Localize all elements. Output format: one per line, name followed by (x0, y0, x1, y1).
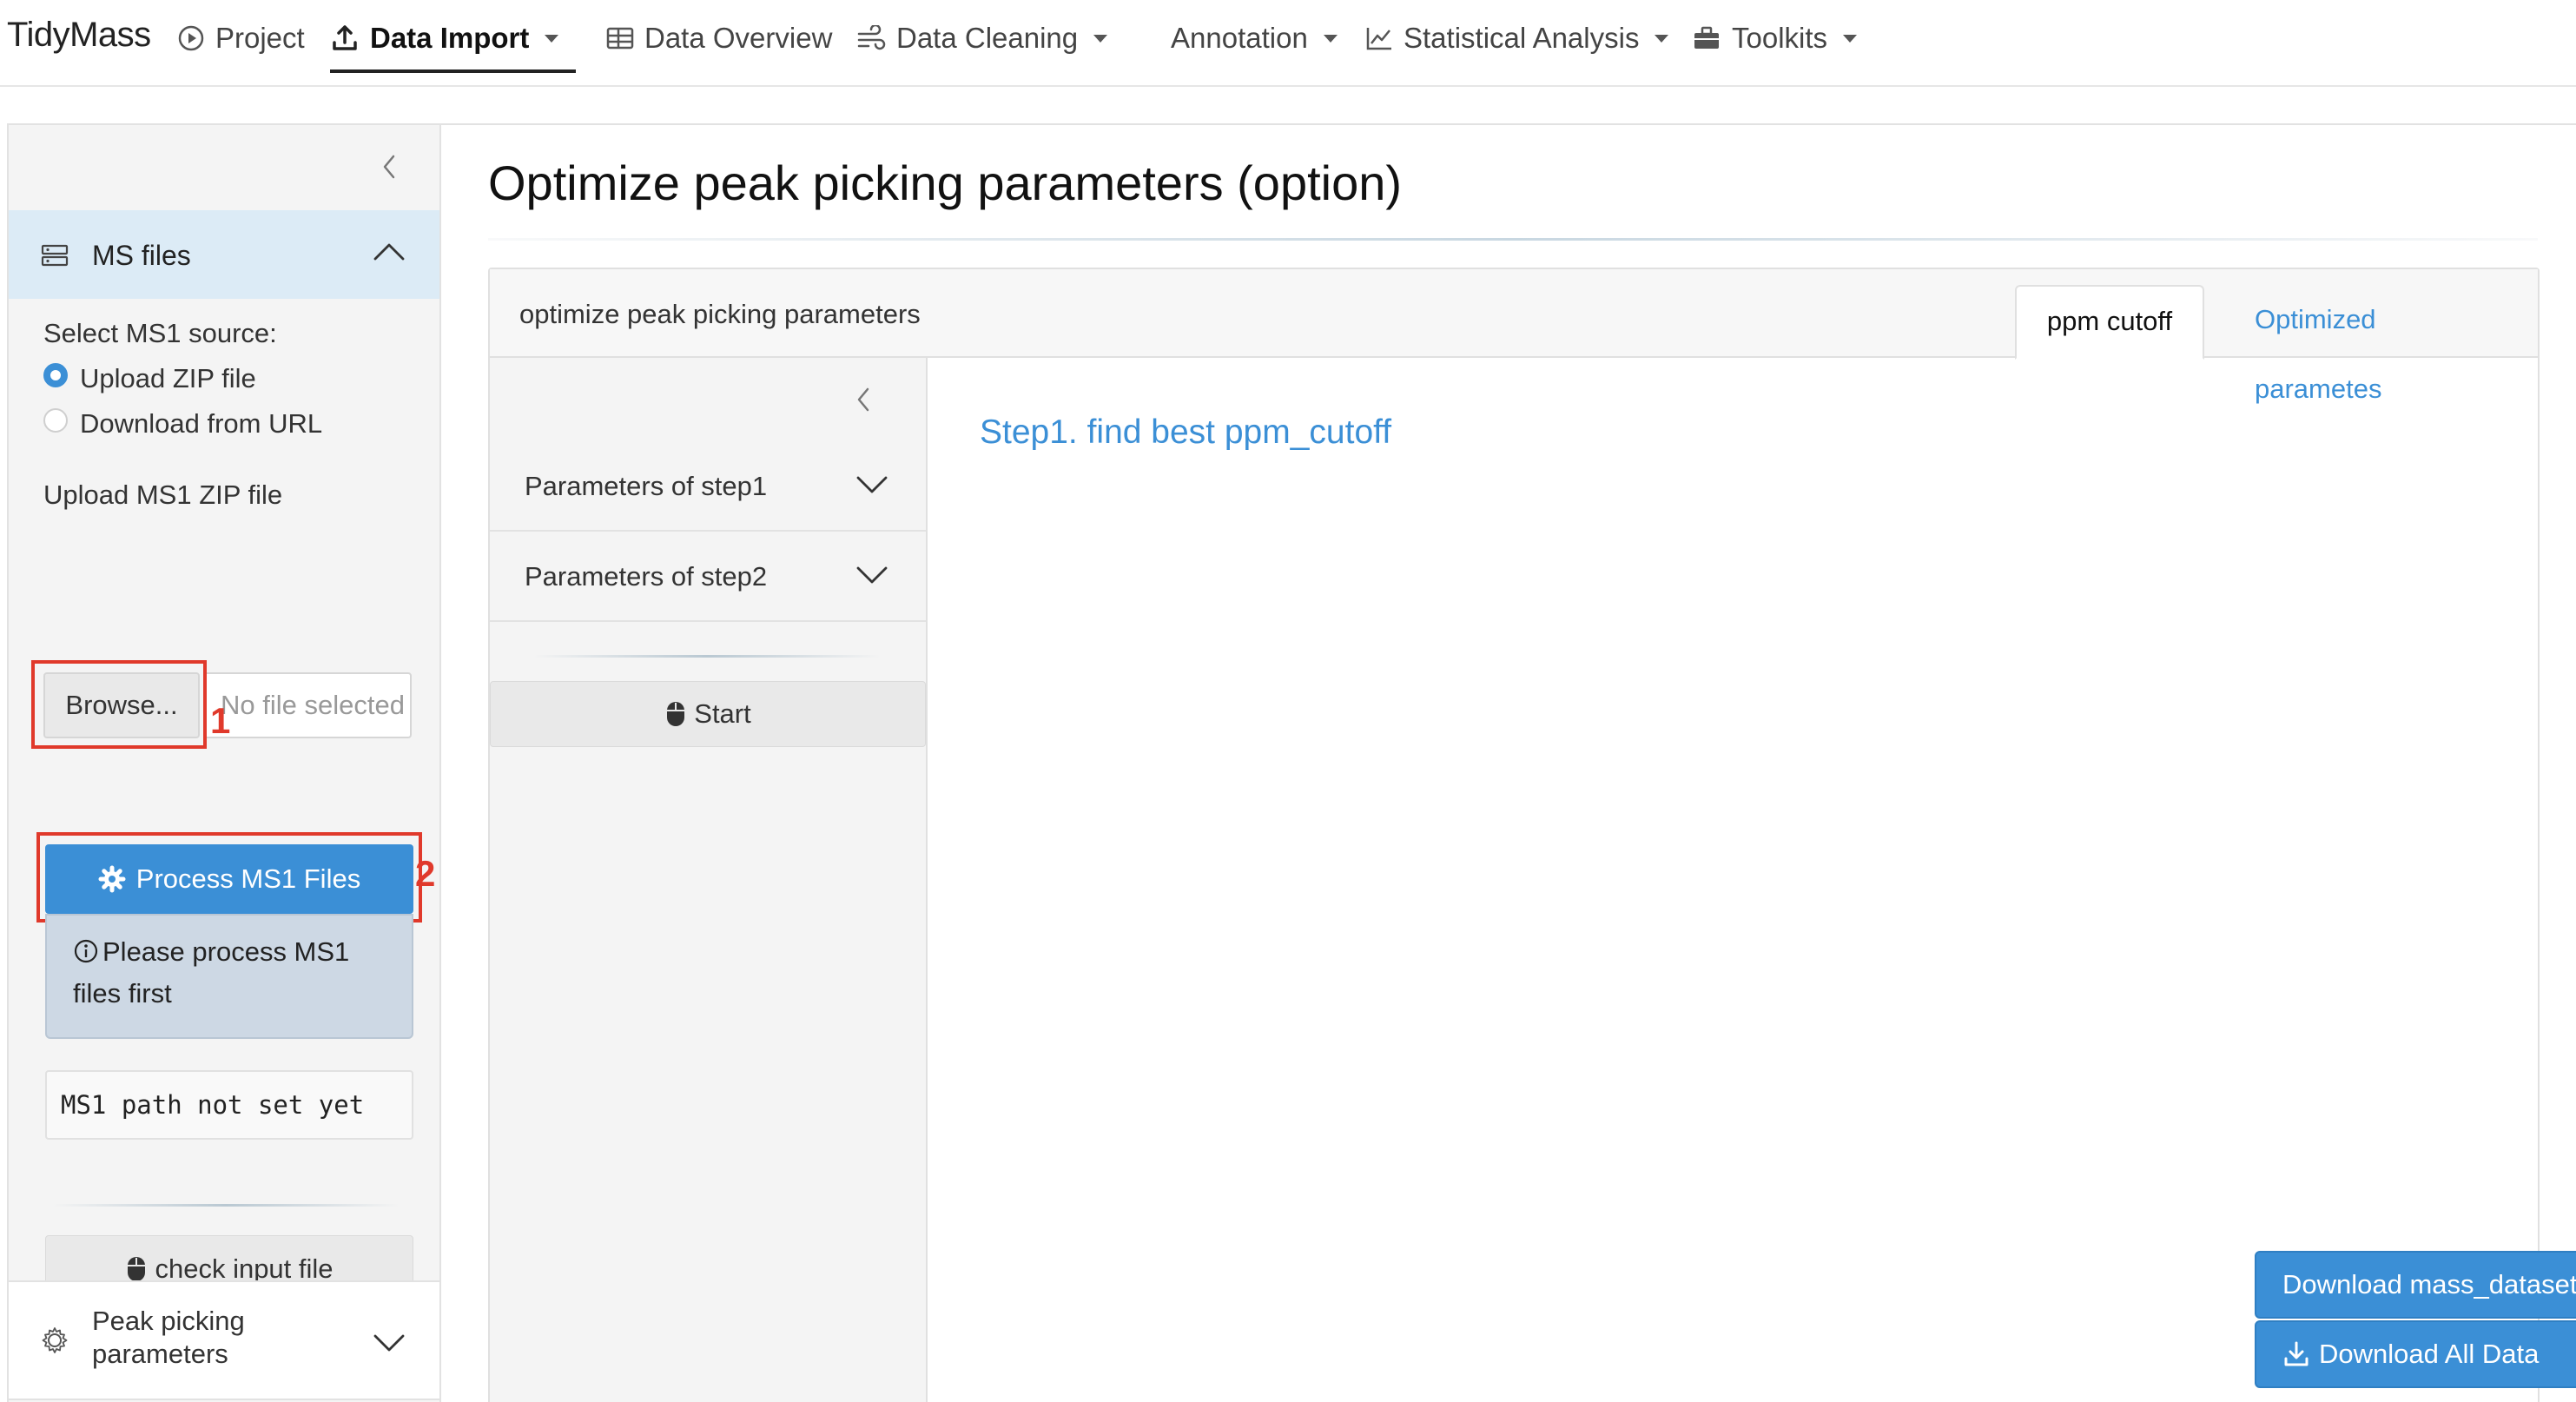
start-label: Start (694, 698, 751, 729)
highlight-box-2 (36, 832, 422, 923)
ms1-path-output: MS1 path not set yet (45, 1070, 413, 1140)
download-icon (2284, 1341, 2308, 1366)
active-tab-underline (330, 69, 576, 73)
mouse-icon (667, 702, 685, 726)
nav-project[interactable]: Project (177, 0, 305, 76)
title-divider (488, 238, 2538, 241)
nav-annotation-label: Annotation (1171, 22, 1308, 54)
chevron-down-icon (1323, 34, 1338, 43)
divider (52, 1204, 400, 1207)
server-icon (40, 241, 69, 274)
info-message-text: Please process MS1 files first (73, 936, 350, 1009)
tab-optimized-parameters[interactable]: Optimized parametes (2227, 285, 2538, 424)
upload-ms1-label: Upload MS1 ZIP file (43, 479, 283, 510)
chevron-down-icon (372, 1331, 406, 1359)
accordion-step2-label: Parameters of step2 (525, 561, 768, 592)
mouse-icon (128, 1257, 146, 1281)
ms-files-section-header[interactable]: MS files (9, 210, 439, 299)
chart-line-icon (1366, 28, 1391, 50)
card-header: optimize peak picking parameters ppm cut… (490, 269, 2538, 404)
file-name-display: No file selected (205, 672, 412, 738)
nav-statistical-analysis[interactable]: Statistical Analysis (1365, 0, 1669, 76)
accordion-step2[interactable]: Parameters of step2 (490, 532, 926, 622)
nav-data-import-label: Data Import (370, 22, 530, 54)
chevron-left-icon (383, 155, 395, 179)
nav-toolkits[interactable]: Toolkits (1692, 0, 1858, 76)
toolbox-icon (1694, 26, 1719, 49)
accordion-step1-label: Parameters of step1 (525, 471, 768, 501)
chevron-up-icon (372, 240, 406, 268)
inner-sidebar: Parameters of step1 Parameters of step2 … (490, 358, 928, 1402)
chevron-down-icon (855, 473, 889, 501)
nav-data-cleaning[interactable]: Data Cleaning (856, 0, 1108, 76)
ms-files-section-body: Select MS1 source: Upload ZIP file Downl… (9, 299, 439, 1303)
gear-icon (40, 1326, 69, 1359)
radio-button-selected[interactable] (43, 363, 68, 387)
table-icon (606, 27, 634, 50)
nav-data-import[interactable]: Data Import (330, 0, 559, 76)
chevron-down-icon (1093, 34, 1108, 43)
chevron-down-icon (1655, 34, 1669, 43)
top-navbar: TidyMass Project Data Import Data Overvi… (0, 0, 2576, 87)
download-mass-dataset-label: Download mass_dataset (2282, 1269, 2576, 1299)
accordion-step1[interactable]: Parameters of step1 (490, 441, 926, 532)
radio-download-url-label: Download from URL (80, 408, 323, 439)
chevron-down-icon (1843, 34, 1858, 43)
nav-project-label: Project (215, 22, 305, 54)
app-brand[interactable]: TidyMass (7, 16, 151, 55)
chevron-down-icon (855, 563, 889, 592)
info-message: Please process MS1 files first (45, 914, 413, 1039)
radio-button[interactable] (43, 408, 68, 433)
start-button[interactable]: Start (490, 681, 926, 747)
nav-annotation[interactable]: Annotation (1171, 0, 1338, 76)
tab-ppm-cutoff[interactable]: ppm cutoff (2015, 285, 2204, 360)
info-circle-icon (74, 939, 98, 963)
chevron-left-icon (857, 387, 869, 412)
highlight-box-1 (31, 660, 207, 749)
step-marker-2: 2 (415, 853, 436, 894)
nav-data-cleaning-label: Data Cleaning (896, 22, 1079, 54)
step-marker-1: 1 (210, 700, 231, 741)
download-all-data-button[interactable]: Download All Data (2255, 1320, 2576, 1388)
wind-icon (857, 25, 886, 50)
nav-toolkits-label: Toolkits (1732, 22, 1828, 54)
inner-sidebar-collapse-button[interactable] (853, 384, 874, 420)
nav-data-overview-label: Data Overview (644, 22, 833, 54)
step-heading: Step1. find best ppm_cutoff (980, 413, 1392, 451)
sidebar-collapse-button[interactable] (379, 151, 405, 186)
card-title: optimize peak picking parameters (519, 299, 921, 329)
download-all-data-label: Download All Data (2319, 1339, 2540, 1369)
play-circle-icon (178, 25, 204, 51)
upload-icon (333, 25, 357, 50)
radio-upload-zip-label: Upload ZIP file (80, 363, 256, 393)
peak-picking-section-header[interactable]: Peak picking parameters (9, 1280, 439, 1400)
page-title: Optimize peak picking parameters (option… (488, 155, 1403, 210)
nav-statistical-analysis-label: Statistical Analysis (1404, 22, 1640, 54)
peak-picking-label: Peak picking parameters (92, 1306, 245, 1369)
divider (533, 655, 881, 658)
download-mass-dataset-button[interactable]: Download mass_dataset (2255, 1251, 2576, 1319)
left-sidebar: MS files Select MS1 source: Upload ZIP f… (7, 123, 441, 1402)
ms-files-label: MS files (92, 240, 191, 271)
chevron-down-icon (545, 34, 559, 43)
optimize-card: optimize peak picking parameters ppm cut… (488, 268, 2540, 1402)
ms1-source-label: Select MS1 source: (43, 318, 277, 348)
nav-data-overview[interactable]: Data Overview (606, 0, 832, 76)
